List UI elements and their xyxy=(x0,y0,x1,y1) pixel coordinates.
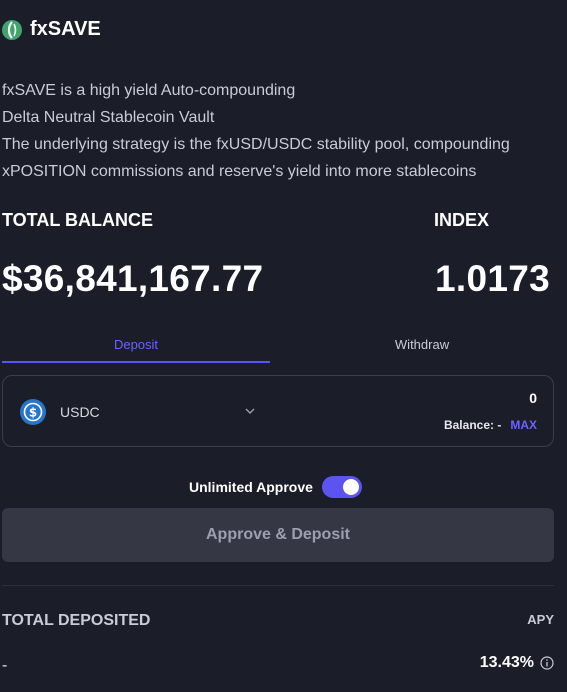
description-line: xPOSITION commissions and reserve's yiel… xyxy=(2,163,477,180)
max-button[interactable]: MAX xyxy=(510,418,537,432)
description-line: Delta Neutral Stablecoin Vault xyxy=(2,109,215,126)
vault-description: fxSAVE is a high yield Auto-compounding … xyxy=(2,77,562,185)
total-balance-label: TOTAL BALANCE xyxy=(2,210,153,230)
divider xyxy=(2,585,554,586)
deposit-withdraw-tabs: Deposit Withdraw xyxy=(2,333,555,363)
apy-row: 13.43% xyxy=(480,654,554,672)
fx-protocol-logo-icon xyxy=(2,19,22,40)
unlimited-approve-toggle[interactable] xyxy=(321,476,362,498)
apy-label: APY xyxy=(527,612,554,627)
balance-label: Balance: - xyxy=(443,418,502,432)
chevron-down-icon[interactable] xyxy=(243,404,257,418)
unlimited-approve-label: Unlimited Approve xyxy=(189,479,313,495)
apy-value: 13.43% xyxy=(479,654,534,671)
amount-field[interactable]: 0 xyxy=(529,390,537,406)
index-value: 1.0173 xyxy=(435,258,550,299)
app-header: fxSAVE xyxy=(2,18,101,41)
description-line: The underlying strategy is the fxUSD/USD… xyxy=(2,136,510,153)
info-circle-icon[interactable] xyxy=(540,656,554,670)
total-balance-value: $36,841,167.77 xyxy=(2,258,264,299)
unlimited-approve-row: Unlimited Approve xyxy=(189,476,362,498)
tab-withdraw[interactable]: Withdraw xyxy=(288,333,556,363)
token-amount-input[interactable]: $ USDC 0 Balance: - MAX xyxy=(2,375,554,447)
token-name[interactable]: USDC xyxy=(60,404,100,420)
total-deposited-label: TOTAL DEPOSITED xyxy=(2,612,151,629)
total-deposited-value: - xyxy=(2,657,8,674)
approve-deposit-button[interactable]: Approve & Deposit xyxy=(2,508,554,562)
description-line: fxSAVE is a high yield Auto-compounding xyxy=(2,82,296,99)
toggle-knob xyxy=(342,479,359,495)
app-title: fxSAVE xyxy=(30,18,101,40)
index-label: INDEX xyxy=(434,210,490,230)
svg-text:$: $ xyxy=(29,406,37,420)
tab-deposit[interactable]: Deposit xyxy=(2,333,270,363)
usdc-coin-icon: $ xyxy=(20,399,46,425)
balance-row: Balance: - MAX xyxy=(444,418,537,432)
